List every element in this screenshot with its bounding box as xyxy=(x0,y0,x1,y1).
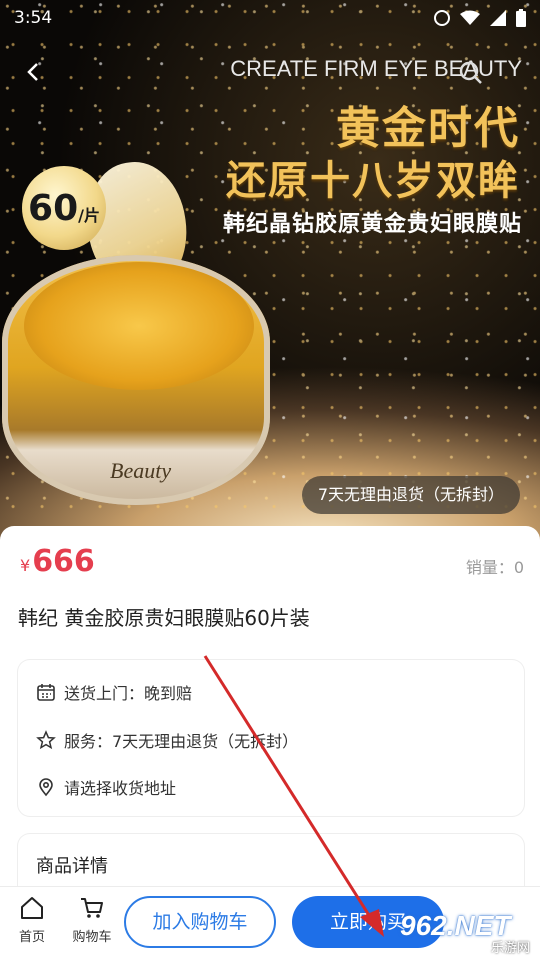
nav-home[interactable]: 首页 xyxy=(2,894,62,945)
search-button[interactable] xyxy=(456,58,486,88)
status-icons xyxy=(434,9,526,27)
service-row-delivery: 送货上门：晚到赔 xyxy=(36,679,192,705)
address-selector[interactable]: 请选择收货地址 xyxy=(36,774,176,800)
back-button[interactable] xyxy=(20,58,48,86)
service-text-delivery: 送货上门：晚到赔 xyxy=(64,684,193,703)
home-icon xyxy=(21,897,43,919)
currency-symbol: ¥ xyxy=(20,556,31,575)
shopping-cart-icon xyxy=(81,898,103,918)
calendar-icon xyxy=(37,684,55,701)
nav-home-label: 首页 xyxy=(18,930,45,945)
banner-subheadline: 韩纪晶钻胶原黄金贵妇眼膜贴 xyxy=(222,212,522,237)
nav-cart-label: 购物车 xyxy=(72,930,112,945)
battery-icon xyxy=(516,9,526,27)
location-pin-icon xyxy=(39,778,53,797)
return-policy-pill: 7天无理由退货（无拆封） xyxy=(301,476,520,514)
search-icon xyxy=(459,61,482,84)
price-value: 666 xyxy=(32,544,95,579)
jar-brand-text: Beauty xyxy=(110,458,172,483)
watermark-subtext: 乐游网 xyxy=(490,941,530,956)
service-text-returns: 服务：7天无理由退货（无拆封） xyxy=(64,732,299,751)
banner-headline-2: 还原十八岁双眸 xyxy=(226,158,520,204)
dnd-icon xyxy=(434,10,450,26)
site-watermark: 962.NET 乐游网 xyxy=(400,910,534,956)
nav-cart[interactable]: 购物车 xyxy=(62,894,122,945)
add-to-cart-button[interactable]: 加入购物车 xyxy=(124,896,276,948)
product-detail-heading: 商品详情 xyxy=(36,856,108,877)
chevron-left-icon xyxy=(27,63,38,81)
jar-gold-contents xyxy=(24,262,254,390)
product-title: 韩纪 黄金胶原贵妇眼膜贴60片装 xyxy=(18,606,310,630)
address-prompt: 请选择收货地址 xyxy=(64,779,177,798)
quantity-badge: 60 /片 xyxy=(22,166,106,250)
status-time: 3:54 xyxy=(14,8,53,28)
sales-count: 销量：0 xyxy=(465,558,524,577)
banner-headline-1: 黄金时代 xyxy=(336,103,520,154)
badge-count: 60 xyxy=(28,187,79,229)
signal-icon xyxy=(490,10,506,26)
service-row-returns: 服务：7天无理由退货（无拆封） xyxy=(36,727,298,753)
status-bar: 3:54 xyxy=(0,0,540,36)
product-price: ¥ 666 xyxy=(20,544,95,579)
product-detail-page: Beauty 60 /片 CREATE FIRM EYE BEAUTY 黄金时代… xyxy=(0,0,540,960)
badge-unit: /片 xyxy=(78,206,100,225)
star-outline-icon xyxy=(36,730,56,750)
wifi-icon xyxy=(460,10,480,25)
